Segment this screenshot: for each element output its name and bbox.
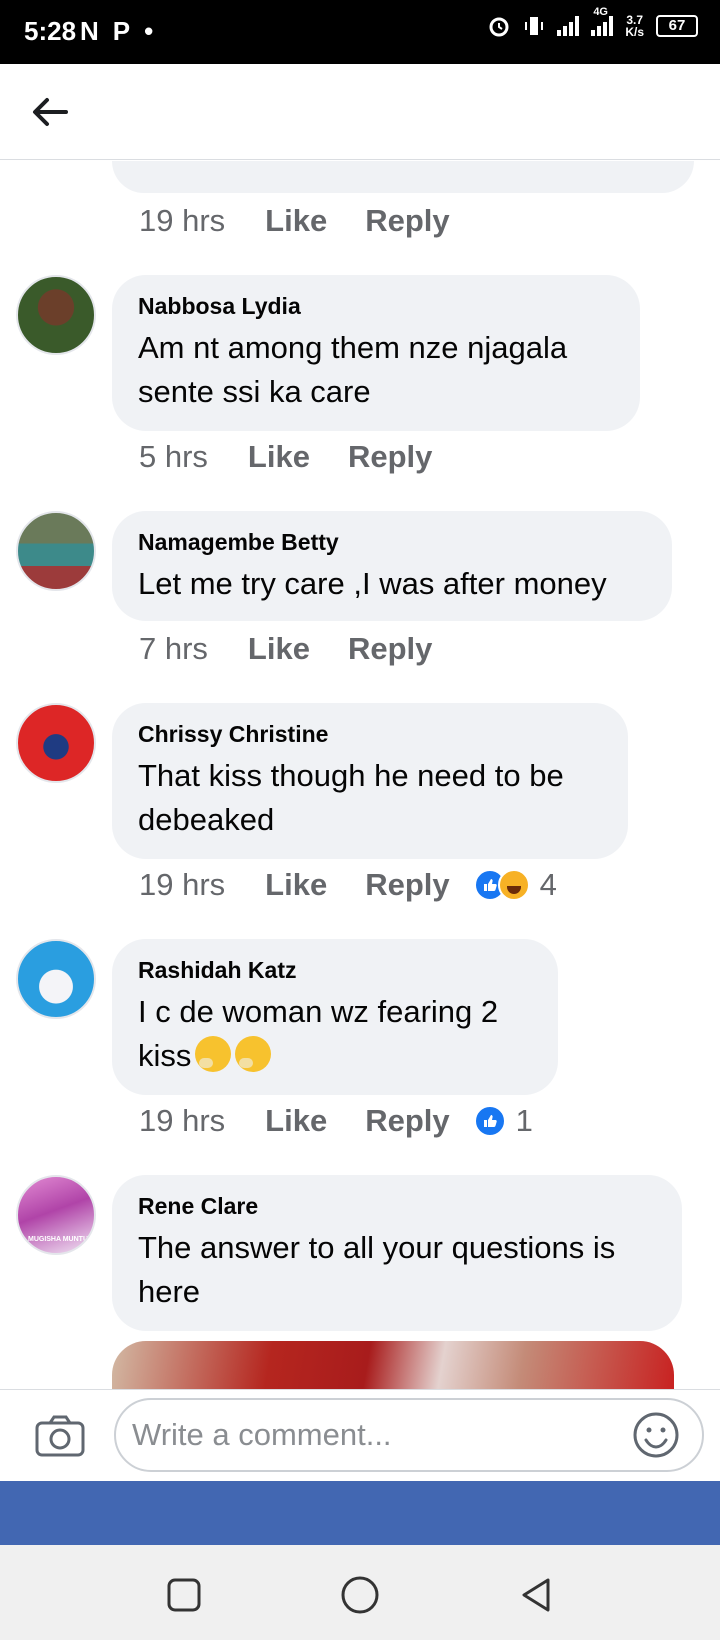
status-notification-icons: N P • — [80, 16, 153, 47]
camera-icon — [35, 1415, 85, 1457]
comment-text-line: That kiss though he need to be — [138, 758, 564, 793]
avatar[interactable] — [16, 275, 96, 355]
like-button[interactable]: Like — [248, 439, 310, 475]
notification-icon-2: P — [112, 16, 131, 46]
reactions-summary[interactable]: 4 — [473, 867, 557, 903]
status-system-icons: 4G 3.7 K/s 67 — [487, 6, 698, 38]
comment-actions: 19 hrs Like Reply 1 — [139, 1103, 533, 1139]
comment-time: 7 hrs — [139, 631, 208, 666]
comment-bubble: Rene Clare The answer to all your questi… — [112, 1175, 682, 1331]
reply-button[interactable]: Reply — [348, 631, 432, 667]
comment-input[interactable] — [114, 1398, 704, 1472]
comment-time: 5 hrs — [139, 439, 208, 474]
home-button[interactable] — [338, 1573, 382, 1617]
comment-text-line: here — [138, 1274, 201, 1309]
comment-actions: 19 hrs Like Reply 4 — [139, 867, 557, 903]
haha-reaction-icon — [497, 869, 530, 901]
avatar-caption-text: MUGISHA MUNTU — [28, 1236, 88, 1243]
comment-author[interactable]: Rashidah Katz — [138, 957, 532, 984]
comment-bubble: Chrissy Christine That kiss though he ne… — [112, 703, 628, 859]
like-button[interactable]: Like — [265, 203, 327, 239]
vibrate-icon — [525, 17, 544, 35]
like-button[interactable]: Like — [265, 867, 327, 903]
comment-time: 19 hrs — [139, 867, 226, 902]
comment-author[interactable]: Namagembe Betty — [138, 529, 646, 556]
system-navigation-bar — [0, 1545, 720, 1640]
comments-feed[interactable]: 19 hrs Like Reply Nabbosa Lydia Am nt am… — [0, 161, 720, 1389]
like-button[interactable]: Like — [265, 1103, 327, 1139]
alarm-icon — [489, 17, 509, 37]
comment-author[interactable]: Chrissy Christine — [138, 721, 602, 748]
comment-text-line: sente ssi ka care — [138, 374, 371, 409]
comment-author[interactable]: Nabbosa Lydia — [138, 293, 614, 320]
smiley-icon — [633, 1412, 679, 1458]
avatar[interactable] — [16, 703, 96, 783]
back-arrow-icon — [33, 98, 68, 126]
comment-actions: 7 hrs Like Reply — [139, 631, 456, 667]
battery-level: 67 — [668, 17, 686, 34]
thinking-emoji-icon — [235, 1036, 272, 1072]
like-reaction-icon — [473, 1105, 506, 1137]
comment-time: 19 hrs — [139, 203, 226, 238]
comment-text-line: kiss — [138, 1034, 532, 1078]
battery-icon: 67 — [656, 15, 698, 37]
comment-time: 19 hrs — [139, 1103, 226, 1138]
avatar-caption: MUGISHA MUNTU — [28, 1236, 88, 1243]
attached-image-preview[interactable] — [112, 1341, 674, 1389]
notification-icon-1: N — [80, 16, 99, 46]
comment-composer — [0, 1389, 720, 1481]
reactions-summary[interactable]: 1 — [473, 1103, 533, 1139]
brand-band — [0, 1481, 720, 1545]
comment-text-line: The answer to all your questions is — [138, 1230, 616, 1265]
reaction-count: 1 — [515, 1103, 533, 1138]
network-type: 4G — [593, 6, 608, 18]
camera-button[interactable] — [34, 1410, 86, 1462]
back-button[interactable] — [26, 88, 74, 136]
previous-comment-actions: 19 hrs Like Reply — [139, 203, 474, 239]
comment-text-line: debeaked — [138, 802, 275, 837]
square-nav-icon — [167, 1578, 201, 1612]
signal-icon — [557, 16, 580, 36]
net-speed-unit: K/s — [625, 25, 644, 39]
reply-button[interactable]: Reply — [365, 867, 449, 903]
back-nav-button[interactable] — [514, 1573, 558, 1617]
circle-nav-icon — [341, 1576, 379, 1614]
like-button[interactable]: Like — [248, 631, 310, 667]
comment-bubble: Rashidah Katz I c de woman wz fearing 2 … — [112, 939, 558, 1095]
reply-button[interactable]: Reply — [365, 203, 449, 239]
avatar[interactable]: MUGISHA MUNTU — [16, 1175, 96, 1255]
emoji-button[interactable] — [630, 1409, 682, 1461]
previous-comment-bubble — [112, 161, 694, 193]
recents-button[interactable] — [162, 1573, 206, 1617]
signal-4g-icon: 4G — [591, 6, 614, 36]
comment-bubble: Nabbosa Lydia Am nt among them nze njaga… — [112, 275, 640, 431]
reaction-count: 4 — [539, 867, 557, 902]
avatar[interactable] — [16, 511, 96, 591]
status-time: 5:28 — [24, 16, 77, 46]
comment-text-word: kiss — [138, 1038, 192, 1073]
avatar[interactable] — [16, 939, 96, 1019]
comment-text-line: Am nt among them nze njagala — [138, 330, 568, 365]
reply-button[interactable]: Reply — [348, 439, 432, 475]
net-speed: 3.7 K/s — [625, 14, 644, 38]
notification-icon-3: • — [144, 16, 154, 46]
comment-author[interactable]: Rene Clare — [138, 1193, 656, 1220]
comment-actions: 5 hrs Like Reply — [139, 439, 456, 475]
thinking-emoji-icon — [195, 1036, 232, 1072]
reply-button[interactable]: Reply — [365, 1103, 449, 1139]
triangle-back-nav-icon — [522, 1578, 550, 1612]
status-bar: 5:28 N P • 4G 3.7 K/s 67 — [0, 0, 720, 64]
comment-text-line: I c de woman wz fearing 2 — [138, 994, 499, 1029]
app-header — [0, 64, 720, 160]
comment-bubble: Namagembe Betty Let me try care ,I was a… — [112, 511, 672, 621]
comment-text-line: Let me try care ,I was after money — [138, 566, 607, 601]
